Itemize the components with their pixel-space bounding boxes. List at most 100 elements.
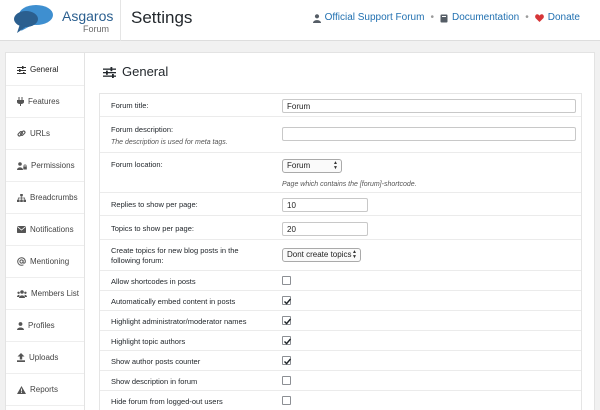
author-posts-counter-checkbox[interactable]: [282, 356, 292, 365]
create-topics-value: Dont create topics: [287, 250, 352, 259]
sidebar-item-label: Uploads: [29, 353, 59, 362]
sidebar-item-general[interactable]: General: [6, 54, 85, 86]
settings-form-table: Forum title: Forum description: The desc…: [99, 93, 582, 410]
donate-link[interactable]: Donate: [534, 11, 580, 25]
sidebar-item-breadcrumbs[interactable]: Breadcrumbs: [6, 182, 85, 214]
forum-title-label: Forum title:: [111, 101, 149, 110]
topics-per-page-label: Topics to show per page:: [111, 224, 194, 233]
sidebar-item-label: Profiles: [28, 321, 55, 330]
section-title: General: [103, 64, 168, 80]
embed-content-label: Automatically embed content in posts: [111, 297, 236, 306]
checkmark-icon: [284, 358, 292, 365]
user-icon: [312, 13, 321, 23]
create-topics-select[interactable]: Dont create topics ▲ ▼: [282, 248, 361, 262]
user-lock-icon: [17, 161, 27, 170]
highlight-admin-checkbox[interactable]: [282, 316, 292, 325]
page-title: Settings: [131, 8, 193, 27]
sidebar-item-label: Reports: [30, 385, 59, 394]
create-topics-label-line1: Create topics for new blog posts in the: [111, 246, 239, 255]
sidebar-item-urls[interactable]: URLs: [6, 118, 85, 150]
speech-bubbles-icon: [14, 5, 53, 33]
checkmark-icon: [284, 338, 292, 345]
sidebar-item-mentioning[interactable]: Mentioning: [6, 246, 85, 278]
user-icon: [17, 321, 24, 330]
forum-description-row: Forum description: The description is us…: [100, 117, 581, 153]
select-arrows-icon: ▲ ▼: [333, 160, 338, 171]
forum-title-row: Forum title:: [100, 94, 581, 117]
highlight-authors-checkbox[interactable]: [282, 336, 292, 345]
sidebar-item-profiles[interactable]: Profiles: [6, 310, 85, 342]
sidebar-item-label: Mentioning: [30, 257, 70, 266]
author-posts-counter-label: Show author posts counter: [111, 357, 201, 366]
sidebar-item-permissions[interactable]: Permissions: [6, 150, 85, 182]
forum-title-input[interactable]: [282, 99, 576, 113]
link-icon: [17, 130, 26, 137]
highlight-authors-label: Highlight topic authors: [111, 337, 186, 346]
sitemap-icon: [17, 193, 26, 202]
forum-location-select[interactable]: Forum ▲ ▼: [282, 159, 342, 173]
book-icon: [440, 14, 448, 22]
forum-location-value: Forum: [287, 161, 311, 170]
highlight-admin-row: Highlight administrator/moderator names: [100, 311, 581, 331]
asgaros-logo[interactable]: Asgaros Forum: [12, 3, 113, 37]
highlight-admin-label: Highlight administrator/moderator names: [111, 317, 247, 326]
checkmark-icon: [284, 298, 292, 305]
documentation-label: Documentation: [451, 12, 520, 23]
sliders-icon: [103, 66, 116, 78]
forum-location-row: Forum location: Forum ▲ ▼ Page which cont…: [100, 153, 581, 193]
sidebar-item-notifications[interactable]: Notifications: [6, 214, 85, 246]
allow-shortcodes-row: Allow shortcodes in posts: [100, 271, 581, 291]
sidebar-item-members-list[interactable]: Members List: [6, 278, 85, 310]
sidebar-item-label: URLs: [30, 129, 51, 138]
donate-label: Donate: [547, 12, 580, 23]
allow-shortcodes-label: Allow shortcodes in posts: [111, 277, 196, 286]
users-icon: [17, 289, 27, 298]
top-header: Asgaros Forum Settings Official Support …: [0, 0, 600, 41]
settings-sidebar: General Features URLs Permissions Breadc…: [5, 52, 85, 410]
sidebar-item-label: Permissions: [31, 161, 75, 170]
replies-per-page-label: Replies to show per page:: [111, 200, 198, 209]
plug-icon: [17, 97, 24, 106]
embed-content-checkbox[interactable]: [282, 296, 292, 305]
replies-per-page-row: Replies to show per page:: [100, 193, 581, 216]
warning-icon: [17, 385, 26, 394]
heart-icon: [534, 14, 544, 22]
hide-logged-out-row: Hide forum from logged-out users: [100, 391, 581, 410]
show-description-label: Show description in forum: [111, 377, 198, 386]
author-posts-counter-row: Show author posts counter: [100, 351, 581, 371]
create-topics-row: Create topics for new blog posts in the …: [100, 240, 581, 271]
at-icon: [17, 257, 26, 266]
documentation-link[interactable]: Documentation: [440, 11, 519, 25]
logo-brand-sub: Forum: [83, 24, 110, 34]
support-forum-link[interactable]: Official Support Forum: [312, 11, 424, 25]
settings-main-panel: General Forum title: Forum description: …: [84, 52, 595, 410]
sidebar-item-features[interactable]: Features: [6, 86, 85, 118]
topics-per-page-input[interactable]: [282, 222, 368, 236]
header-link-separator: •: [430, 12, 434, 23]
forum-description-help: The description is used for meta tags.: [111, 139, 228, 146]
header-divider: [120, 0, 121, 41]
forum-description-input[interactable]: [282, 127, 576, 141]
show-description-checkbox[interactable]: [282, 376, 291, 385]
sidebar-item-label: General: [30, 65, 59, 74]
forum-description-label: Forum description:: [111, 125, 174, 134]
sidebar-item-label: Features: [28, 97, 60, 106]
sidebar-item-reports[interactable]: Reports: [6, 374, 85, 406]
envelope-icon: [17, 226, 26, 233]
forum-location-label: Forum location:: [111, 160, 163, 169]
highlight-authors-row: Highlight topic authors: [100, 331, 581, 351]
topics-per-page-row: Topics to show per page:: [100, 216, 581, 240]
upload-icon: [17, 353, 25, 362]
hide-logged-out-checkbox[interactable]: [282, 396, 291, 405]
sidebar-item-label: Breadcrumbs: [30, 193, 78, 202]
section-title-text: General: [122, 64, 169, 79]
select-arrows-icon: ▲ ▼: [352, 249, 357, 260]
sidebar-item-label: Members List: [31, 289, 80, 298]
hide-logged-out-label: Hide forum from logged-out users: [111, 397, 223, 406]
header-link-separator: •: [525, 12, 529, 23]
allow-shortcodes-checkbox[interactable]: [282, 276, 291, 285]
sidebar-item-uploads[interactable]: Uploads: [6, 342, 85, 374]
replies-per-page-input[interactable]: [282, 198, 368, 212]
create-topics-label-line2: following forum:: [111, 256, 164, 265]
header-links: Official Support Forum • Documentation •…: [312, 11, 580, 25]
